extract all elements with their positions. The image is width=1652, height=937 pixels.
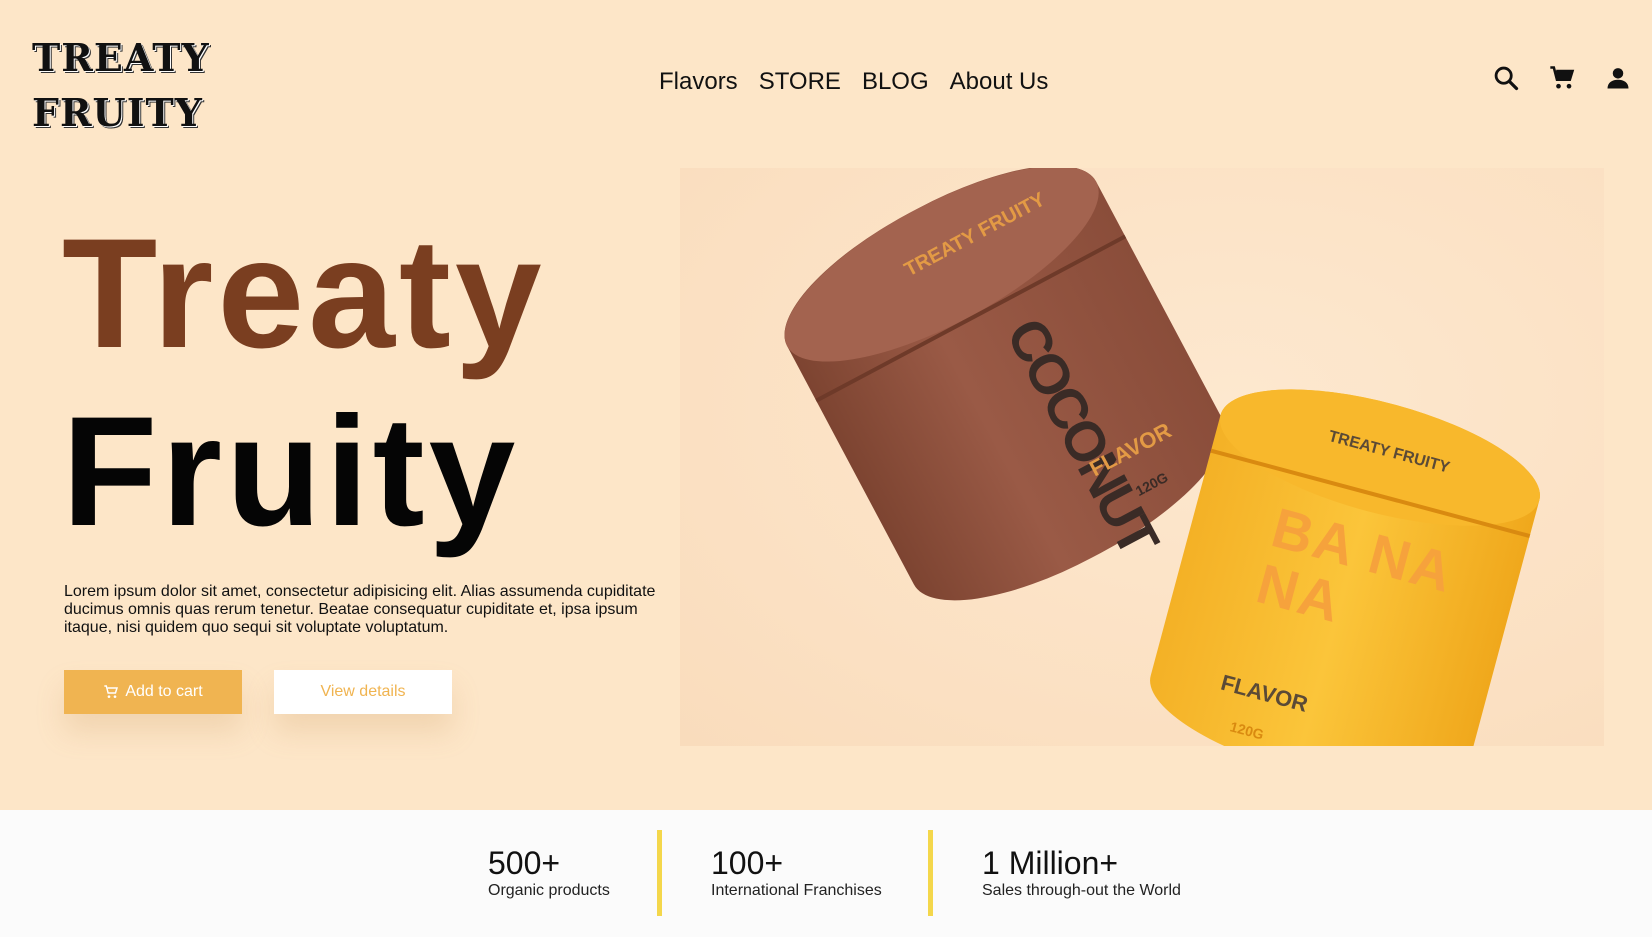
view-details-label: View details xyxy=(320,683,406,700)
banana-can-weight: 120G xyxy=(1228,718,1266,743)
search-icon[interactable] xyxy=(1492,64,1520,92)
stat-franchises: 100+ International Franchises xyxy=(711,845,882,901)
stat-value: 100+ xyxy=(711,845,784,881)
hero-title-line1: Treaty xyxy=(62,207,546,381)
stat-label: International Franchises xyxy=(711,882,882,899)
stat-divider xyxy=(928,830,933,916)
cart-small-icon xyxy=(104,685,119,698)
add-to-cart-label: Add to cart xyxy=(125,683,203,700)
stat-divider xyxy=(657,830,662,916)
hero-title-line2: Fruity xyxy=(62,385,520,559)
coconut-can: TREATY FRUITY COCONUT FLAVOR 120G xyxy=(758,168,1252,638)
header-icons xyxy=(1492,64,1632,92)
banana-can-flavor: FLAVOR xyxy=(1218,669,1311,717)
product-image: TREATY FRUITY COCONUT FLAVOR 120G TREATY… xyxy=(680,168,1604,746)
logo-line2: FRUITY xyxy=(32,90,203,135)
nav-blog[interactable]: BLOG xyxy=(862,68,929,96)
hero-title: Treaty Fruity xyxy=(62,205,546,561)
stat-sales: 1 Million+ Sales through-out the World xyxy=(982,845,1181,901)
stat-label: Organic products xyxy=(488,882,610,899)
stat-label: Sales through-out the World xyxy=(982,882,1181,899)
main-nav: Flavors STORE BLOG About Us xyxy=(659,68,1048,96)
stats-bar: 500+ Organic products 100+ International… xyxy=(0,810,1652,937)
view-details-button[interactable]: View details xyxy=(274,670,452,714)
stat-value: 500+ xyxy=(488,845,561,881)
stat-value: 1 Million+ xyxy=(982,845,1119,881)
cart-icon[interactable] xyxy=(1548,64,1576,92)
user-icon[interactable] xyxy=(1604,64,1632,92)
logo[interactable]: TREATY FRUITY xyxy=(32,30,210,140)
nav-store[interactable]: STORE xyxy=(759,68,841,96)
add-to-cart-button[interactable]: Add to cart xyxy=(64,670,242,714)
hero-description: Lorem ipsum dolor sit amet, consectetur … xyxy=(64,583,656,636)
nav-about-us[interactable]: About Us xyxy=(950,68,1049,96)
logo-line1: TREATY xyxy=(32,35,210,80)
stat-organic-products: 500+ Organic products xyxy=(488,845,610,901)
nav-flavors[interactable]: Flavors xyxy=(659,68,738,96)
